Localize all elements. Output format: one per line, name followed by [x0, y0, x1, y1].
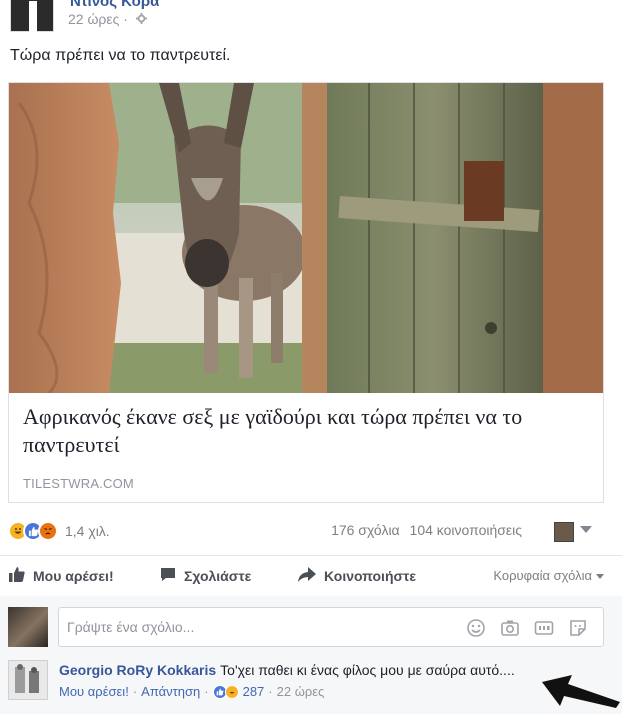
comment-author[interactable]: Georgio RoRy Kokkaris [59, 662, 216, 678]
link-title[interactable]: Αφρικανός έκανε σεξ με γαϊδούρι και τώρα… [23, 403, 593, 459]
share-arrow-icon [298, 567, 316, 585]
shares-count[interactable]: 104 κοινοποιήσεις [410, 522, 522, 538]
top-comments-dropdown[interactable]: Κορυφαία σχόλια [493, 568, 604, 583]
current-user-avatar [8, 607, 48, 647]
comments-shares: 176 σχόλια 104 κοινοποιήσεις [331, 522, 522, 538]
comment-section: Georgio RoRy KokkarisΤο'χει παθει κι ένα… [0, 596, 622, 714]
like-button[interactable]: Μου αρέσει! [9, 567, 114, 585]
comment-like-link[interactable]: Μου αρέσει! [59, 684, 129, 699]
sticker-icon[interactable] [568, 618, 588, 638]
link-domain: TILESTWRA.COM [23, 476, 134, 491]
comment-reaction-count[interactable]: 287 [243, 684, 265, 699]
haha-icon [224, 684, 239, 699]
post-text: Τώρα πρέπει να το παντρευτεί. [10, 47, 231, 64]
divider [0, 555, 622, 556]
post-author[interactable]: Ντίνος Κορα [70, 0, 159, 10]
reactions-summary[interactable]: 1,4 χιλ. [8, 520, 110, 542]
comment-text: Το'χει παθει κι ένας φίλος μου με σαύρα … [220, 662, 515, 678]
gear-icon[interactable] [135, 13, 147, 27]
commenter-avatar[interactable] [8, 660, 48, 700]
comment-reply-link[interactable]: Απάντηση [141, 684, 200, 699]
chevron-down-icon [596, 574, 604, 580]
comment-label: Σχολιάστε [184, 568, 252, 584]
speech-bubble-icon [160, 567, 176, 585]
camera-icon[interactable] [500, 618, 520, 638]
comment-button[interactable]: Σχολιάστε [160, 567, 251, 585]
share-button[interactable]: Κοινοποιήστε [298, 567, 416, 585]
comment-meta: Μου αρέσει! · Απάντηση · 287 · 22 ώρες [59, 684, 324, 699]
dot-separator: · [132, 684, 138, 699]
dot-separator: · [123, 11, 132, 27]
like-label: Μου αρέσει! [33, 568, 114, 584]
author-avatar[interactable] [10, 0, 54, 33]
post-timestamp[interactable]: 22 ώρες · [68, 11, 147, 27]
arrow-icon [542, 675, 620, 708]
dot-separator: · [268, 684, 273, 699]
chevron-down-icon[interactable] [580, 526, 592, 533]
post-header: Ντίνος Κορα 22 ώρες · [0, 0, 622, 38]
reactions-count[interactable]: 1,4 χιλ. [65, 523, 110, 539]
post-stats: 1,4 χιλ. 176 σχόλια 104 κοινοποιήσεις [8, 516, 604, 546]
post-actions: Μου αρέσει! Σχολιάστε Κοινοποιήστε Κορυφ… [0, 561, 622, 593]
share-label: Κοινοποιήστε [324, 568, 416, 584]
emoji-icon[interactable] [466, 618, 486, 638]
top-comments-label: Κορυφαία σχόλια [493, 568, 592, 583]
thumbs-up-icon [9, 567, 25, 585]
comment-time[interactable]: 22 ώρες [277, 684, 325, 699]
comment-input-icons [466, 618, 588, 638]
comments-count[interactable]: 176 σχόλια [331, 522, 400, 538]
link-image[interactable] [9, 83, 603, 393]
gif-icon[interactable] [534, 618, 554, 638]
comment-body: Georgio RoRy Kokkaris Το'χει παθει κι ένα… [59, 662, 515, 678]
post-time[interactable]: 22 ώρες [68, 11, 119, 27]
dot-separator: · [204, 684, 209, 699]
link-card[interactable]: Αφρικανός έκανε σεξ με γαϊδούρι και τώρα… [8, 82, 604, 503]
page-avatar-small[interactable] [554, 522, 574, 542]
angry-icon [38, 521, 58, 541]
